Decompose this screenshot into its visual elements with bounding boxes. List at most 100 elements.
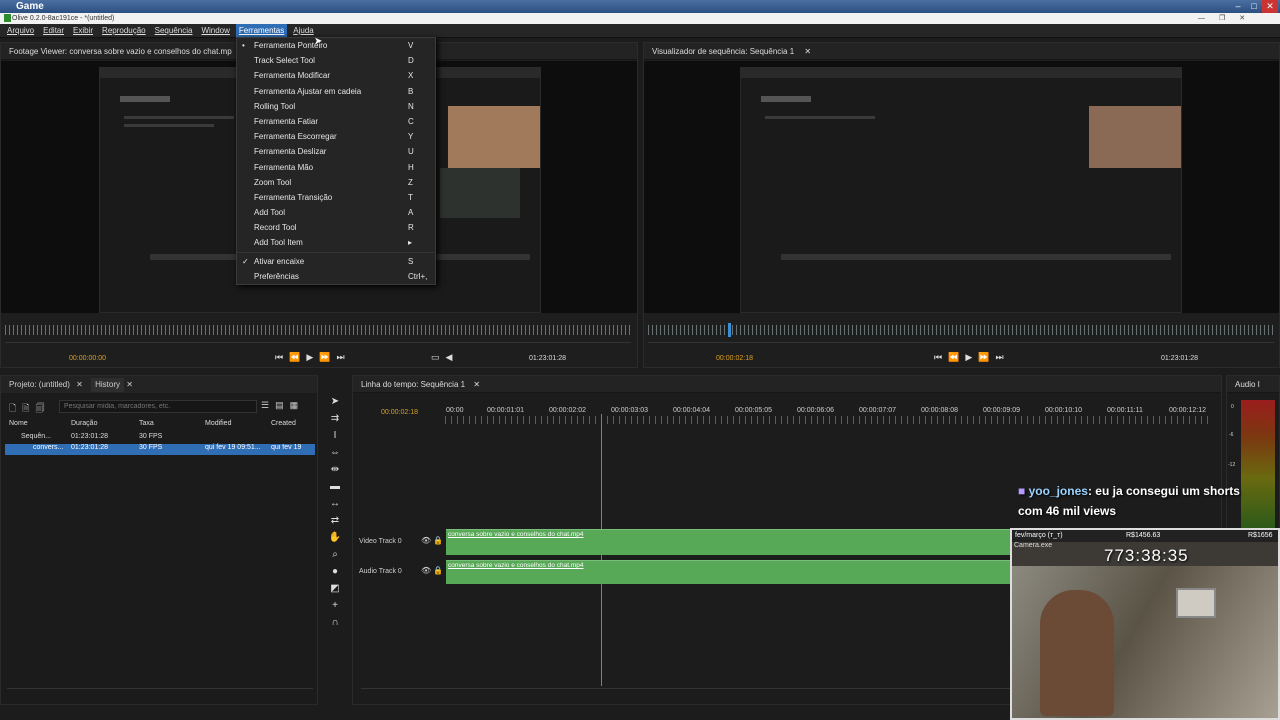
new-file-icon[interactable]: 🗋 <box>9 401 16 417</box>
tab-history[interactable]: History <box>91 378 124 392</box>
menu-item-label: Ferramenta Ajustar em cadeia <box>254 86 362 96</box>
app-window-controls: — ❐ ✕ <box>1198 13 1245 24</box>
obs-title: Game <box>16 1 44 12</box>
audio-toggle-icon[interactable]: ◀ <box>446 352 453 363</box>
menu-item-rolling-tool[interactable]: Rolling Tool N <box>237 99 435 114</box>
save-file-icon[interactable]: 🗐 <box>36 401 45 417</box>
minimize-icon[interactable]: – <box>1230 0 1246 13</box>
footage-viewer-title: Footage Viewer: conversa sobre vazio e c… <box>9 47 232 56</box>
edit-tool-icon[interactable]: I <box>328 430 342 444</box>
menu-item-ferramenta-escorregar[interactable]: Ferramenta Escorregar Y <box>237 129 435 144</box>
menu-item-ferramenta-ponteiro[interactable]: • Ferramenta Ponteiro V <box>237 38 435 53</box>
col-duration[interactable]: Duração <box>71 420 139 432</box>
audio-panel-header: Audio I <box>1227 376 1279 393</box>
menu-item-ferramenta-deslizar[interactable]: Ferramenta Deslizar U <box>237 144 435 159</box>
play-icon[interactable]: ▶ <box>965 352 972 363</box>
menu-item-track-select-tool[interactable]: Track Select Tool D <box>237 53 435 68</box>
menu-item-ferramenta-m-o[interactable]: Ferramenta Mão H <box>237 160 435 175</box>
col-modified[interactable]: Modified <box>205 420 271 432</box>
menu-window[interactable]: Window <box>198 24 232 37</box>
app-minimize-icon[interactable]: — <box>1198 13 1205 24</box>
menu-item-record-tool[interactable]: Record Tool R <box>237 220 435 235</box>
tab-project[interactable]: Projeto: (untitled) <box>5 378 74 392</box>
project-scrollbar[interactable] <box>7 688 313 694</box>
col-created[interactable]: Created <box>271 420 315 432</box>
menu-item-add-tool[interactable]: Add Tool A <box>237 205 435 220</box>
maximize-icon[interactable]: □ <box>1246 0 1262 13</box>
go-end-icon[interactable]: ⏭ <box>995 352 1003 363</box>
app-close-icon[interactable]: ✕ <box>1239 13 1245 24</box>
pointer-tool-icon[interactable]: ➤ <box>328 396 342 410</box>
next-frame-icon[interactable]: ⏩ <box>978 352 989 363</box>
sequence-current-timecode: 00:00:02:18 <box>716 355 753 362</box>
slide-tool-icon[interactable]: ⇄ <box>328 515 342 529</box>
go-start-icon[interactable]: ⏮ <box>275 352 283 363</box>
app-restore-icon[interactable]: ❐ <box>1219 13 1225 24</box>
menu-ajuda[interactable]: Ajuda <box>290 24 316 37</box>
eye-icon[interactable]: 👁 <box>421 536 431 545</box>
menu-item-ferramenta-ajustar-em-cadeia[interactable]: Ferramenta Ajustar em cadeia B <box>237 84 435 99</box>
menu-item-ferramenta-modificar[interactable]: Ferramenta Modificar X <box>237 68 435 83</box>
close-icon[interactable]: ✕ <box>804 47 811 56</box>
grid-view-icon[interactable]: ▦ <box>290 400 299 411</box>
footage-duration-timecode: 01:23:01:28 <box>529 355 566 362</box>
table-row[interactable]: Sequên... 01:23:01:28 30 FPS <box>5 433 315 444</box>
play-icon[interactable]: ▶ <box>306 352 313 363</box>
sequence-viewer-canvas[interactable] <box>644 61 1279 313</box>
menu-reproducao[interactable]: Reprodução <box>99 24 149 37</box>
close-icon[interactable]: ✕ <box>473 380 480 389</box>
menu-item-ferramenta-fatiar[interactable]: Ferramenta Fatiar C <box>237 114 435 129</box>
menu-exibir[interactable]: Exibir <box>70 24 96 37</box>
hand-tool-icon[interactable]: ✋ <box>328 532 342 546</box>
audio-clip[interactable]: conversa sobre vazio e conselhos do chat… <box>446 560 1016 584</box>
close-icon[interactable]: ✕ <box>126 380 133 389</box>
menu-item-add-tool-item[interactable]: Add Tool Item ▸ <box>237 235 435 250</box>
project-search-input[interactable] <box>59 400 257 413</box>
record-tool-icon[interactable]: ● <box>328 566 342 580</box>
track-select-tool-icon[interactable]: ⇉ <box>328 413 342 427</box>
close-icon[interactable]: ✕ <box>1262 0 1278 13</box>
sequence-playhead[interactable] <box>728 323 731 337</box>
footage-ruler[interactable] <box>5 325 631 335</box>
menu-ferramentas[interactable]: Ferramentas <box>235 24 288 37</box>
list-view-icon[interactable]: ☰ <box>261 400 269 411</box>
open-file-icon[interactable]: 🗎 <box>22 401 29 417</box>
menu-item-ativar-encaixe[interactable]: ✓ Ativar encaixe S <box>237 254 435 269</box>
eye-icon[interactable]: 👁 <box>421 566 431 575</box>
snap-tool-icon[interactable]: ∩ <box>328 617 342 631</box>
video-toggle-icon[interactable]: ▭ <box>431 352 440 363</box>
prev-frame-icon[interactable]: ⏪ <box>948 352 959 363</box>
menu-item-shortcut: N <box>408 101 414 111</box>
menu-arquivo[interactable]: Arquivo <box>4 24 37 37</box>
menu-item-zoom-tool[interactable]: Zoom Tool Z <box>237 175 435 190</box>
rolling-tool-icon[interactable]: ⇹ <box>328 464 342 478</box>
footage-scrollbar[interactable] <box>5 337 631 343</box>
lock-icon[interactable]: 🔒 <box>433 536 443 545</box>
slip-tool-icon[interactable]: ↔ <box>328 498 342 512</box>
preview-webcam-thumb <box>1089 106 1181 168</box>
lock-icon[interactable]: 🔒 <box>433 566 443 575</box>
go-start-icon[interactable]: ⏮ <box>934 352 942 363</box>
ripple-tool-icon[interactable]: ⇔ <box>328 447 342 461</box>
ruler-label: 00:00:05:05 <box>735 407 772 414</box>
next-frame-icon[interactable]: ⏩ <box>319 352 330 363</box>
col-rate[interactable]: Taxa <box>139 420 205 432</box>
menu-item-ferramenta-transi-o[interactable]: Ferramenta Transição T <box>237 190 435 205</box>
table-row[interactable]: convers... 01:23:01:28 30 FPS qui fev 19… <box>5 444 315 455</box>
transition-tool-icon[interactable]: ◩ <box>328 583 342 597</box>
go-end-icon[interactable]: ⏭ <box>336 352 344 363</box>
tree-view-icon[interactable]: ▤ <box>275 400 284 411</box>
close-icon[interactable]: ✕ <box>76 380 83 389</box>
timeline-ruler[interactable]: 00:00 00:00:01:01 00:00:02:02 00:00:03:0… <box>445 404 1213 430</box>
menu-sequencia[interactable]: Sequência <box>152 24 196 37</box>
col-name[interactable]: Nome <box>5 420 71 432</box>
prev-frame-icon[interactable]: ⏪ <box>289 352 300 363</box>
sequence-ruler[interactable] <box>648 325 1274 335</box>
zoom-tool-icon[interactable]: ⌕ <box>328 549 342 563</box>
sequence-scrollbar[interactable] <box>648 337 1274 343</box>
menu-item-prefer-ncias[interactable]: Preferências Ctrl+, <box>237 269 435 284</box>
menu-editar[interactable]: Editar <box>40 24 67 37</box>
video-clip[interactable]: conversa sobre vazio e conselhos do chat… <box>446 529 1016 555</box>
add-tool-icon[interactable]: + <box>328 600 342 614</box>
razor-tool-icon[interactable]: ▬ <box>328 481 342 495</box>
